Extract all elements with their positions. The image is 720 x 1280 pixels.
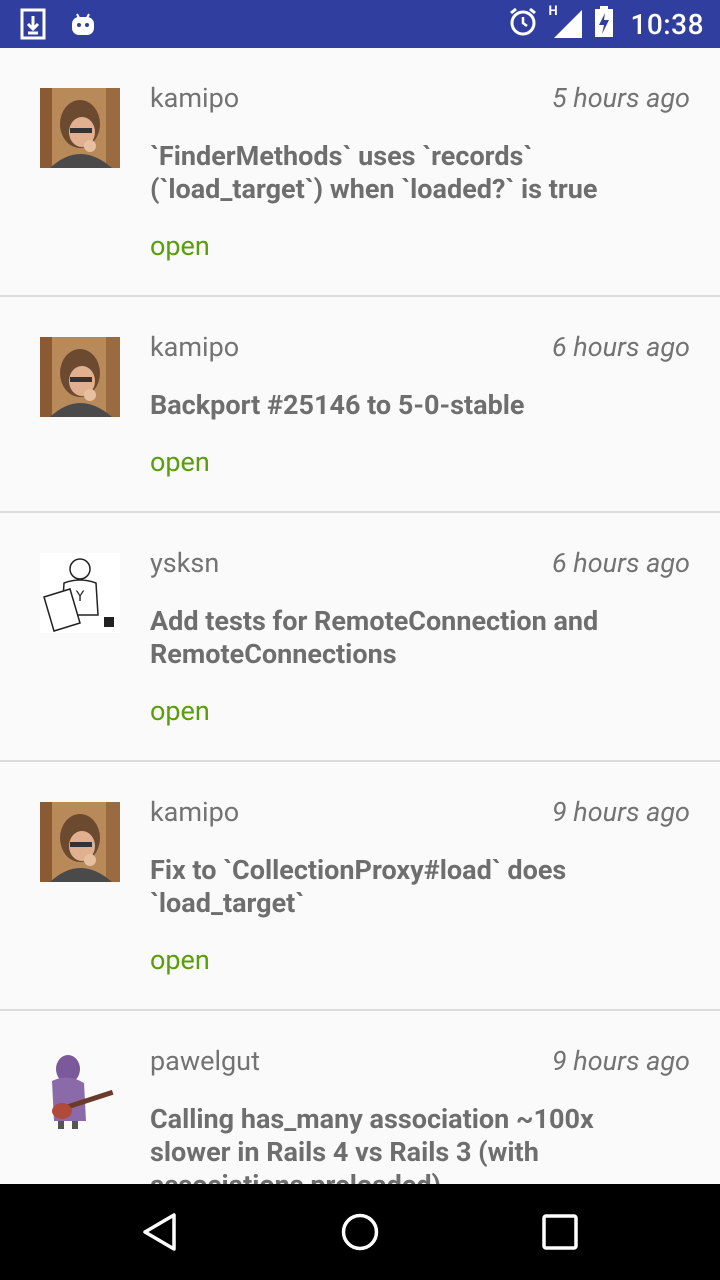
time-ago: 5 hours ago xyxy=(551,82,690,114)
alarm-icon xyxy=(508,7,538,41)
author-login: ysksn xyxy=(150,547,220,579)
download-icon xyxy=(20,8,46,44)
state-label: open xyxy=(150,695,210,727)
svg-text:Y: Y xyxy=(75,589,85,605)
clock: 10:38 xyxy=(630,7,704,41)
time-ago: 6 hours ago xyxy=(551,547,690,579)
pull-request-list[interactable]: kamipo 5 hours ago `FinderMethods` uses … xyxy=(0,48,720,1184)
back-icon[interactable] xyxy=(140,1212,180,1252)
pull-title: `FinderMethods` uses `records` (`load_ta… xyxy=(150,140,598,205)
kamipo-avatar xyxy=(40,337,120,417)
pull-title: Calling has_many association ~100x slowe… xyxy=(150,1103,594,1184)
ysksn-avatar: Y xyxy=(40,553,120,633)
author-login: kamipo xyxy=(150,796,240,828)
time-ago: 9 hours ago xyxy=(551,796,690,828)
author-login: kamipo xyxy=(150,331,240,363)
state-label: open xyxy=(150,230,210,262)
recents-icon[interactable] xyxy=(540,1212,580,1252)
list-item[interactable]: kamipo 5 hours ago `FinderMethods` uses … xyxy=(0,48,720,297)
navigation-bar xyxy=(0,1184,720,1280)
android-icon xyxy=(70,11,96,41)
time-ago: 9 hours ago xyxy=(551,1045,690,1077)
home-icon[interactable] xyxy=(340,1212,380,1252)
author-login: kamipo xyxy=(150,82,240,114)
list-item[interactable]: pawelgut 9 hours ago Calling has_many as… xyxy=(0,1011,720,1184)
state-label: open xyxy=(150,446,210,478)
list-item[interactable]: kamipo 6 hours ago Backport #25146 to 5-… xyxy=(0,297,720,513)
pull-title: Fix to `CollectionProxy#load` does `load… xyxy=(150,854,567,919)
time-ago: 6 hours ago xyxy=(551,331,690,363)
kamipo-avatar xyxy=(40,802,120,882)
signal-icon: H xyxy=(548,4,584,40)
list-item[interactable]: kamipo 9 hours ago Fix to `CollectionPro… xyxy=(0,762,720,1011)
list-item[interactable]: Y ysksn 6 hours ago Add tests for Remote… xyxy=(0,513,720,762)
pull-title: Add tests for RemoteConnection and Remot… xyxy=(150,605,599,670)
status-bar: H 10:38 xyxy=(0,0,720,48)
pull-title: Backport #25146 to 5-0-stable xyxy=(150,389,525,421)
kamipo-avatar xyxy=(40,88,120,168)
pawelgut-avatar xyxy=(40,1051,120,1131)
state-label: open xyxy=(150,944,210,976)
author-login: pawelgut xyxy=(150,1045,260,1077)
battery-charging-icon xyxy=(594,6,614,42)
